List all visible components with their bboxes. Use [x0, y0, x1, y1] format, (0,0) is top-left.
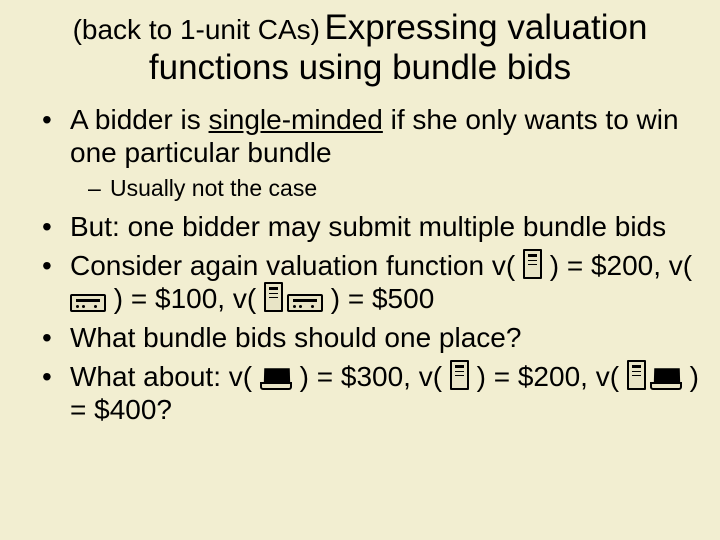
- bullet-2: But: one bidder may submit multiple bund…: [42, 210, 700, 243]
- laptop-icon: [260, 368, 292, 390]
- tower-icon: [264, 282, 283, 312]
- bullet-3-text-d: ) = $500: [323, 283, 434, 314]
- bullet-1-sub: Usually not the case: [88, 175, 700, 203]
- bullet-5: What about: v( ) = $300, v( ) = $200, v(…: [42, 360, 700, 426]
- laptop-icon: [650, 368, 682, 390]
- bullet-3-text-a: Consider again valuation function v(: [70, 250, 523, 281]
- dvd-player-icon: [70, 294, 106, 312]
- tower-icon: [627, 360, 646, 390]
- title-main-2: functions using bundle bids: [149, 48, 571, 87]
- bullet-3-text-b: ) = $200, v(: [542, 250, 692, 281]
- bullet-3: Consider again valuation function v( ) =…: [42, 249, 700, 315]
- bullet-1: A bidder is single-minded if she only wa…: [42, 103, 700, 203]
- bullet-5-text-a: What about: v(: [70, 361, 260, 392]
- title-prefix: (back to 1-unit CAs): [73, 14, 320, 45]
- bullet-1-text-a: A bidder is: [70, 104, 209, 135]
- bullet-3-text-c: ) = $100, v(: [106, 283, 264, 314]
- bullet-list: A bidder is single-minded if she only wa…: [42, 103, 700, 427]
- tower-icon: [450, 360, 469, 390]
- bullet-4: What bundle bids should one place?: [42, 321, 700, 354]
- slide: (back to 1-unit CAs) Expressing valuatio…: [0, 0, 720, 540]
- sub-list-1: Usually not the case: [88, 175, 700, 203]
- tower-icon: [523, 249, 542, 279]
- slide-title: (back to 1-unit CAs) Expressing valuatio…: [20, 8, 700, 89]
- bullet-5-text-b: ) = $300, v(: [292, 361, 450, 392]
- bullet-5-text-c: ) = $200, v(: [469, 361, 627, 392]
- dvd-player-icon: [287, 294, 323, 312]
- title-main-1: Expressing valuation: [324, 8, 647, 47]
- bullet-1-underlined: single-minded: [209, 104, 383, 135]
